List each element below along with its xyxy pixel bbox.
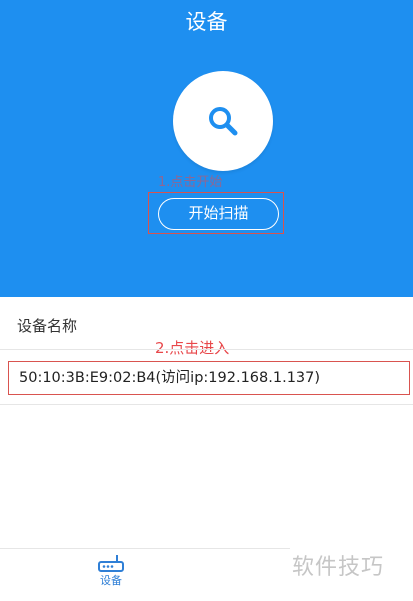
watermark-text: 软件技巧 [292, 555, 385, 580]
scan-circle-button[interactable] [173, 71, 273, 171]
annotation-step-1: 1.点击开始 [158, 175, 223, 190]
tab-device-label: 设备 [100, 574, 122, 587]
bottom-nav: 设备 [0, 548, 290, 601]
start-scan-button[interactable]: 开始扫描 [158, 198, 279, 230]
device-list-item[interactable]: 50:10:3B:E9:02:B4(访问ip:192.168.1.137) [8, 361, 410, 395]
router-icon [98, 555, 124, 572]
device-name-header: 设备名称 [17, 317, 78, 335]
search-icon [209, 107, 238, 136]
divider [0, 349, 413, 350]
device-item-label: 50:10:3B:E9:02:B4(访问ip:192.168.1.137) [19, 370, 321, 386]
header-panel: 设备 1.点击开始 开始扫描 [0, 0, 413, 297]
page-title: 设备 [185, 10, 228, 34]
tab-device[interactable]: 设备 [84, 553, 138, 599]
divider [0, 404, 413, 405]
annotation-step-2: 2.点击进入 [155, 339, 230, 357]
